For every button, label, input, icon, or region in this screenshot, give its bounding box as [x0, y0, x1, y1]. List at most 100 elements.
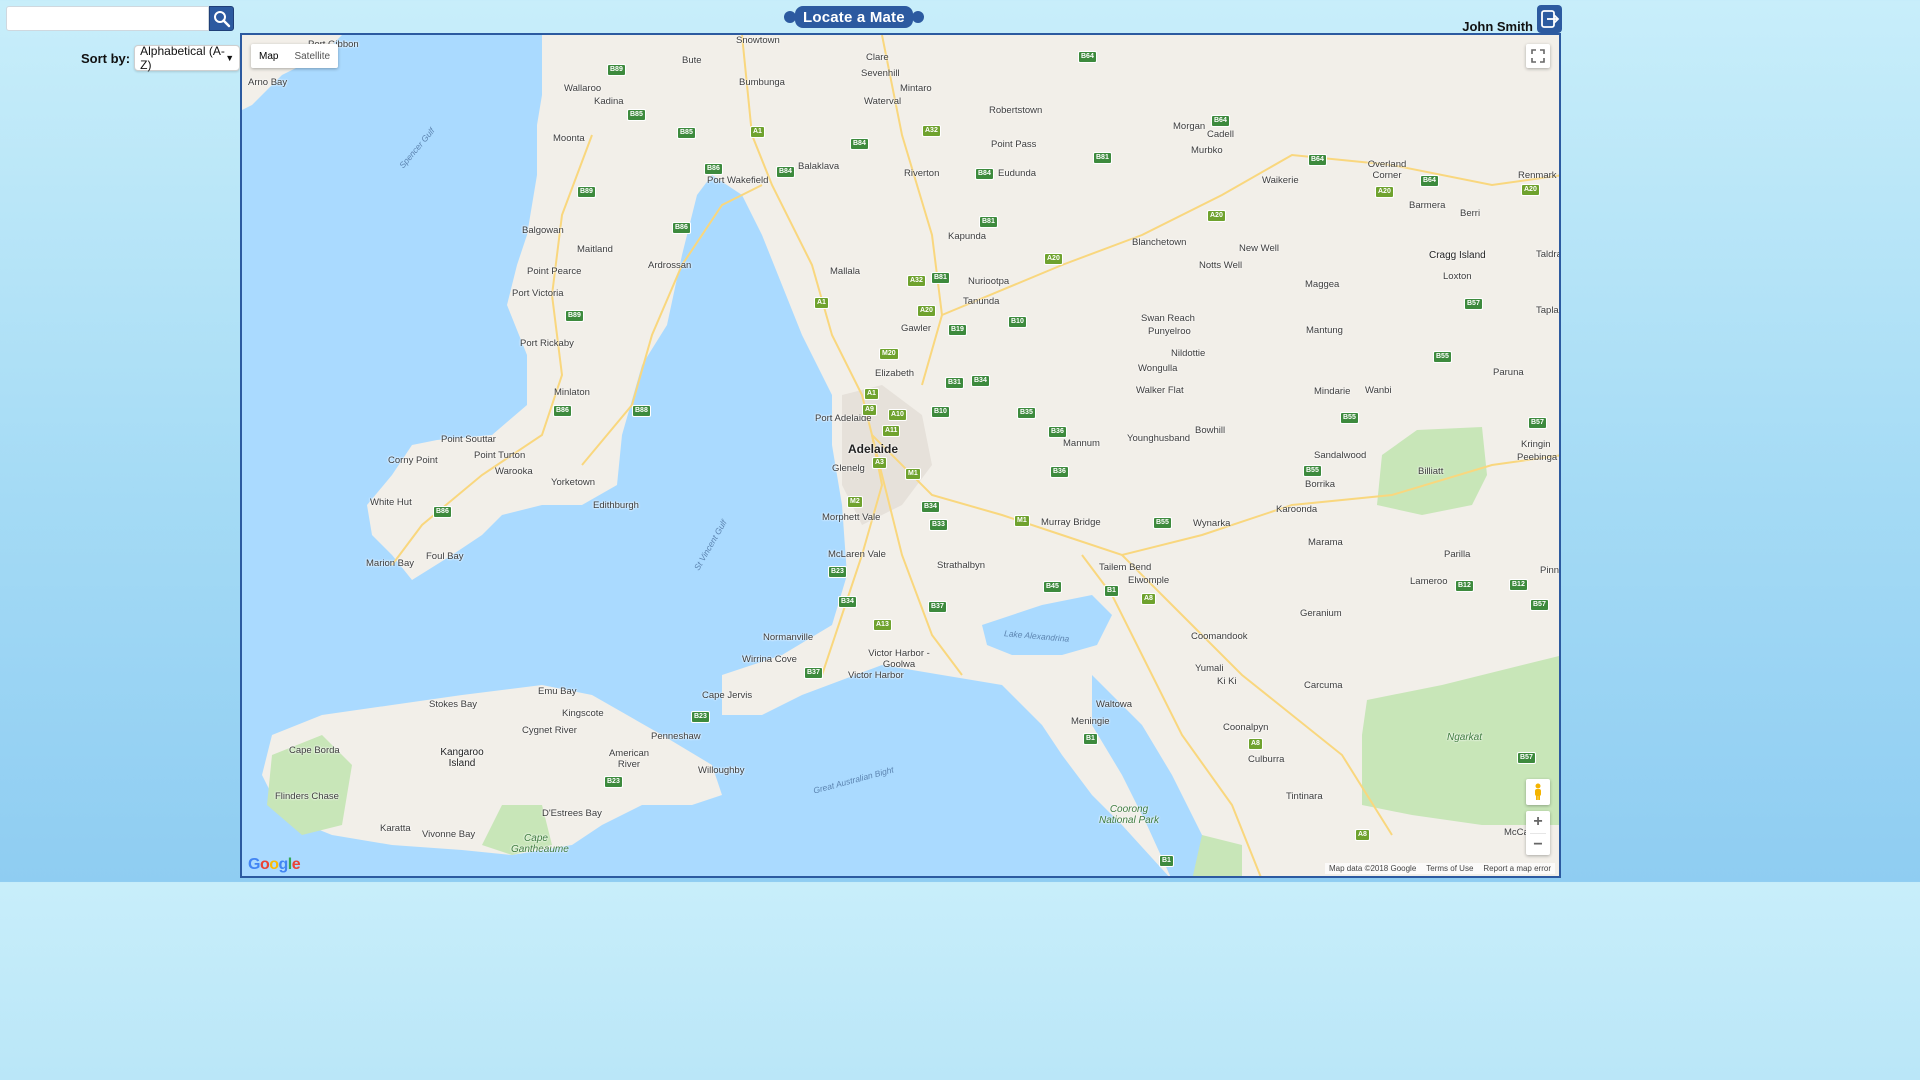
road-shield: B55: [1340, 412, 1359, 424]
road-shield: A20: [1044, 253, 1063, 265]
user-name: John Smith: [1462, 19, 1533, 34]
place-label: Morphett Vale: [822, 512, 881, 523]
zoom-control: + −: [1526, 811, 1550, 855]
road-shield: A11: [882, 425, 901, 437]
search-button[interactable]: [209, 6, 234, 31]
place-label: Waterval: [864, 96, 902, 107]
place-label: Waikerie: [1262, 175, 1299, 186]
map-view[interactable]: Port Gibbon Arno Bay Wallaroo Kadina But…: [240, 33, 1561, 878]
place-label: Stokes Bay: [429, 699, 478, 710]
place-label: Karoonda: [1276, 504, 1318, 515]
road-shield: B37: [928, 601, 947, 613]
place-label: Corny Point: [388, 455, 438, 466]
road-shield: B1: [1104, 585, 1119, 597]
map-type-map[interactable]: Map: [251, 44, 286, 68]
place-label: Eudunda: [998, 168, 1037, 179]
place-label: Loxton: [1443, 271, 1472, 282]
road-shield: B55: [1303, 465, 1322, 477]
place-label: Mannum: [1063, 438, 1100, 449]
place-label: Tanunda: [963, 296, 1000, 307]
zoom-in-button[interactable]: +: [1526, 811, 1550, 833]
road-shield: B57: [1528, 417, 1547, 429]
place-label: Younghusband: [1127, 433, 1191, 444]
road-shield: B89: [607, 64, 626, 76]
place-label: Taldra: [1536, 249, 1561, 260]
road-shield: B86: [704, 163, 723, 175]
place-label: Elwomple: [1128, 575, 1170, 586]
place-label: Balaklava: [798, 161, 840, 172]
road-shield: B23: [828, 566, 847, 578]
place-label: Nildottie: [1171, 348, 1206, 359]
search-input[interactable]: [6, 6, 209, 31]
road-shield: A20: [917, 305, 936, 317]
road-shield: B86: [433, 506, 452, 518]
report-error-link[interactable]: Report a map error: [1483, 864, 1551, 873]
road-shield: A20: [1521, 184, 1540, 196]
terms-link[interactable]: Terms of Use: [1426, 864, 1473, 873]
road-shield: B89: [565, 310, 584, 322]
road-shield: A1: [864, 388, 879, 400]
place-label: McLaren Vale: [828, 549, 886, 560]
road-shield: A3: [872, 457, 887, 469]
road-shield: M2: [847, 496, 863, 508]
place-label: Sevenhill: [861, 68, 900, 79]
place-label: Berri: [1460, 208, 1481, 219]
place-label: Mindarie: [1314, 386, 1351, 397]
place-label: Marion Bay: [366, 558, 415, 569]
place-label: Warooka: [495, 466, 533, 477]
place-label: Wallaroo: [564, 83, 602, 94]
road-shield: B85: [627, 109, 646, 121]
place-label: Parilla: [1444, 549, 1471, 560]
road-shield: A32: [922, 125, 941, 137]
place-label: Tintinara: [1286, 791, 1323, 802]
logout-icon: [1540, 10, 1559, 28]
fullscreen-button[interactable]: [1526, 44, 1550, 68]
road-shield: B86: [672, 222, 691, 234]
road-shield: B55: [1153, 517, 1172, 529]
place-label: Tailem Bend: [1099, 562, 1152, 573]
road-shield: A13: [873, 619, 892, 631]
place-label: Billiatt: [1418, 466, 1444, 477]
road-shield: B37: [804, 667, 823, 679]
place-label: Wanbi: [1365, 385, 1392, 396]
road-shield: A1: [750, 126, 765, 138]
place-label: Point Pass: [991, 139, 1037, 150]
place-label: Coonalpyn: [1223, 722, 1269, 733]
place-label: Robertstown: [989, 105, 1043, 116]
street-view-button[interactable]: [1526, 779, 1550, 805]
road-shield: B34: [921, 501, 940, 513]
place-label: Victor Harbor: [848, 670, 904, 681]
road-shield: B57: [1464, 298, 1483, 310]
logout-button[interactable]: [1537, 5, 1562, 33]
road-shield: B36: [1048, 426, 1067, 438]
place-label: Kadina: [594, 96, 624, 107]
place-label: Normanville: [763, 632, 814, 643]
road-shield: B23: [604, 776, 623, 788]
zoom-out-button[interactable]: −: [1526, 834, 1550, 856]
road-shield: B31: [945, 377, 964, 389]
place-label: Port Victoria: [512, 288, 564, 299]
road-shield: B23: [691, 711, 710, 723]
road-shield: B89: [577, 186, 596, 198]
place-label: Bowhill: [1195, 425, 1226, 436]
chevron-down-icon: ▼: [225, 53, 235, 63]
place-label: Foul Bay: [426, 551, 464, 562]
place-label: Cape Jervis: [702, 690, 753, 701]
place-label: Wynarka: [1193, 518, 1231, 529]
map-type-satellite[interactable]: Satellite: [286, 44, 338, 68]
place-label: Waltowa: [1096, 699, 1133, 710]
road-shield: B10: [1008, 316, 1027, 328]
place-label: Renmark: [1518, 170, 1557, 181]
place-label: Bute: [682, 55, 702, 66]
place-label: Maggea: [1305, 279, 1340, 290]
road-shield: B36: [1050, 466, 1069, 478]
place-label: Yumali: [1195, 663, 1224, 674]
road-shield: B81: [1093, 152, 1112, 164]
place-label: Kapunda: [948, 231, 987, 242]
road-shield: B35: [1017, 407, 1036, 419]
place-label: Peebinga: [1517, 452, 1558, 463]
road-shield: B85: [677, 127, 696, 139]
place-label: Meningie: [1071, 716, 1110, 727]
sort-select[interactable]: Alphabetical (A-Z) ▼: [134, 44, 241, 72]
place-label: Vivonne Bay: [422, 829, 476, 840]
